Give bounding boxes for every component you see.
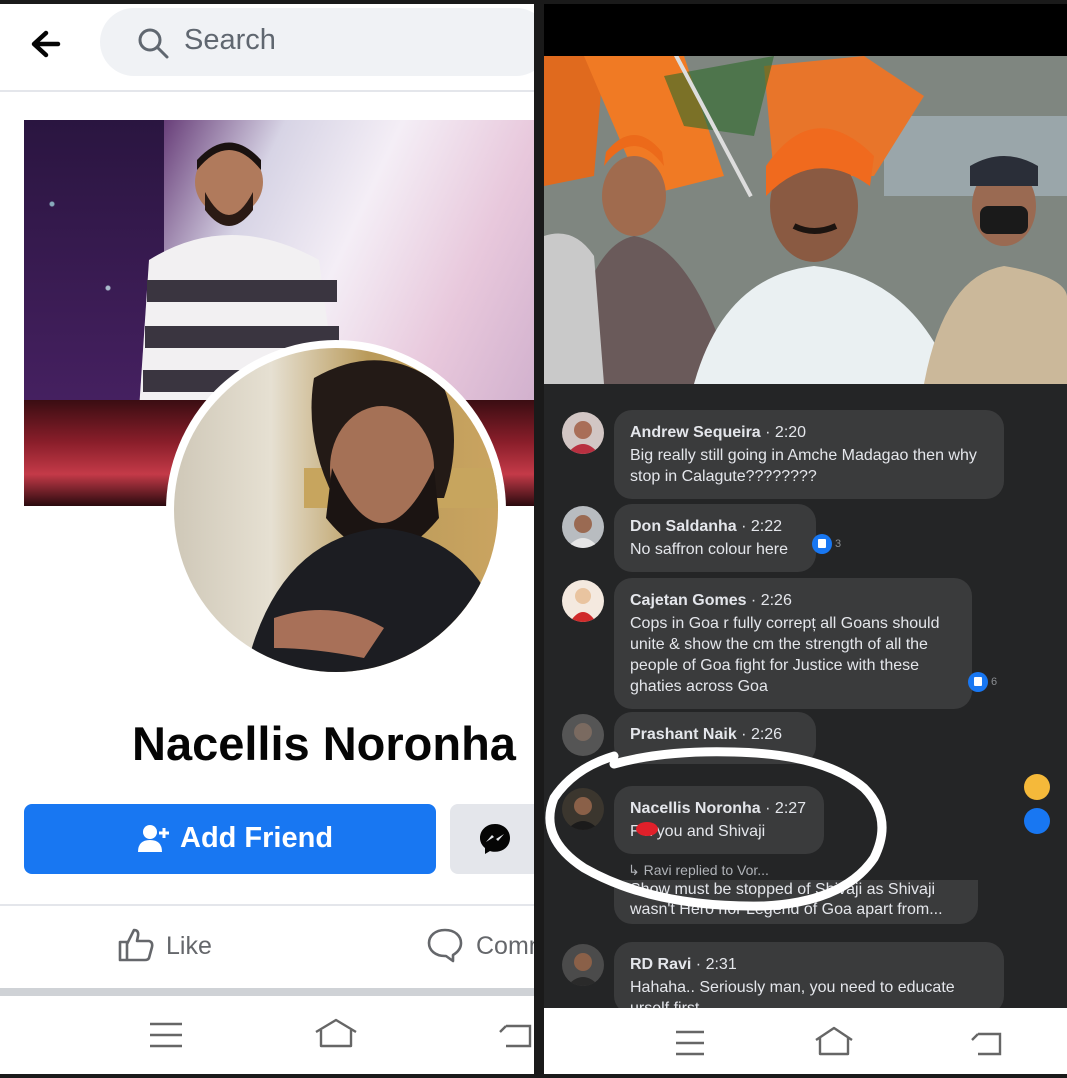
- back-arrow-icon[interactable]: [28, 24, 68, 64]
- search-placeholder: Search: [184, 24, 276, 56]
- reaction-count[interactable]: 3: [812, 534, 841, 554]
- reaction-count[interactable]: 6: [968, 672, 997, 692]
- comment-text: Cops in Goa r fully correpț all Goans sh…: [630, 615, 940, 695]
- comments-screen: Andrew Sequeira · 2:20 Big really still …: [544, 4, 1067, 1074]
- commenter-avatar[interactable]: [562, 788, 604, 830]
- comment-text: No saffron colour here: [630, 541, 789, 558]
- system-nav-bar: [0, 996, 534, 1074]
- like-reaction-icon[interactable]: [1024, 808, 1050, 834]
- status-bar: [544, 4, 1067, 56]
- commenter-avatar[interactable]: [562, 506, 604, 548]
- comment-time: 2:26: [760, 592, 792, 609]
- profile-name: Nacellis Noronha: [132, 717, 516, 770]
- comment-icon: [427, 928, 463, 963]
- commenter-avatar[interactable]: [562, 580, 604, 622]
- commenter-avatar[interactable]: [562, 944, 604, 986]
- comment-author[interactable]: Nacellis Noronha: [630, 800, 761, 817]
- add-friend-label: Add Friend: [180, 822, 334, 854]
- care-reaction-icon[interactable]: [1024, 774, 1050, 800]
- comment-text: Big really still going in Amche Madagao …: [630, 447, 977, 485]
- back-nav-icon[interactable]: [498, 1020, 534, 1050]
- comment-label: Comm: [476, 932, 534, 960]
- like-icon: [118, 928, 154, 962]
- system-nav-bar: [544, 1008, 1067, 1074]
- comment-time: 2:27: [774, 800, 807, 817]
- video-frame[interactable]: [544, 56, 1067, 384]
- censor-mark: [636, 822, 658, 836]
- comment-time: 2:26: [750, 726, 783, 743]
- comment-bubble[interactable]: Cajetan Gomes · 2:26 Cops in Goa r fully…: [614, 578, 972, 709]
- home-icon[interactable]: [312, 1018, 360, 1048]
- comment-time: 2:22: [750, 518, 783, 535]
- comment-time: 2:31: [705, 956, 737, 973]
- comment-list: Andrew Sequeira · 2:20 Big really still …: [544, 384, 1067, 1014]
- reaction-number: 6: [991, 676, 998, 688]
- divider: [0, 904, 534, 906]
- reply-preview[interactable]: Show must be stopped of Shivaji as Shiva…: [614, 880, 978, 924]
- comment-author[interactable]: Andrew Sequeira: [630, 424, 761, 441]
- divider: [0, 90, 534, 92]
- like-reaction-icon: [968, 672, 988, 692]
- comment-bubble[interactable]: Don Saldanha · 2:22 No saffron colour he…: [614, 504, 816, 572]
- back-nav-icon[interactable]: [970, 1028, 1006, 1058]
- comment-button[interactable]: Comm: [426, 924, 534, 968]
- home-icon[interactable]: [812, 1026, 856, 1056]
- comment-bubble[interactable]: Andrew Sequeira · 2:20 Big really still …: [614, 410, 1004, 499]
- comment-bubble[interactable]: RD Ravi · 2:31 Hahaha.. Seriously man, y…: [614, 942, 1004, 1014]
- menu-icon[interactable]: [148, 1020, 184, 1050]
- profile-screen: Search Nacellis Noronha Add Friend Like …: [0, 4, 534, 1074]
- search-icon: [138, 28, 169, 59]
- like-label: Like: [166, 932, 212, 960]
- comment-author[interactable]: RD Ravi: [630, 956, 691, 973]
- comment-bubble[interactable]: Prashant Naik · 2:26: [614, 712, 816, 764]
- messenger-button[interactable]: [450, 804, 534, 874]
- profile-picture[interactable]: [166, 340, 506, 680]
- search-input[interactable]: Search: [100, 8, 534, 76]
- add-friend-button[interactable]: Add Friend: [24, 804, 436, 874]
- commenter-avatar[interactable]: [562, 714, 604, 756]
- menu-icon[interactable]: [672, 1028, 708, 1058]
- reply-excerpt: Show must be stopped of Shivaji as Shiva…: [630, 881, 943, 918]
- top-bar: Search: [0, 4, 534, 88]
- comment-author[interactable]: Don Saldanha: [630, 518, 737, 535]
- comment-bubble[interactable]: Nacellis Noronha · 2:27 F k you and Shiv…: [614, 786, 824, 854]
- messenger-icon: [480, 824, 510, 854]
- video-image: [544, 56, 1067, 384]
- reply-indicator[interactable]: ↳ Ravi replied to Vor...: [628, 862, 769, 879]
- commenter-avatar[interactable]: [562, 412, 604, 454]
- comment-time: 2:20: [774, 424, 807, 441]
- like-reaction-icon: [812, 534, 832, 554]
- profile-person: [245, 360, 498, 672]
- comment-author[interactable]: Prashant Naik: [630, 726, 737, 743]
- reaction-number: 3: [835, 538, 842, 550]
- screenshot-collage: Search Nacellis Noronha Add Friend Like …: [0, 0, 1067, 1078]
- add-friend-icon: [138, 825, 169, 852]
- separator: [0, 988, 534, 996]
- comment-author[interactable]: Cajetan Gomes: [630, 592, 746, 609]
- reply-note-text: Ravi replied to Vor...: [643, 862, 769, 878]
